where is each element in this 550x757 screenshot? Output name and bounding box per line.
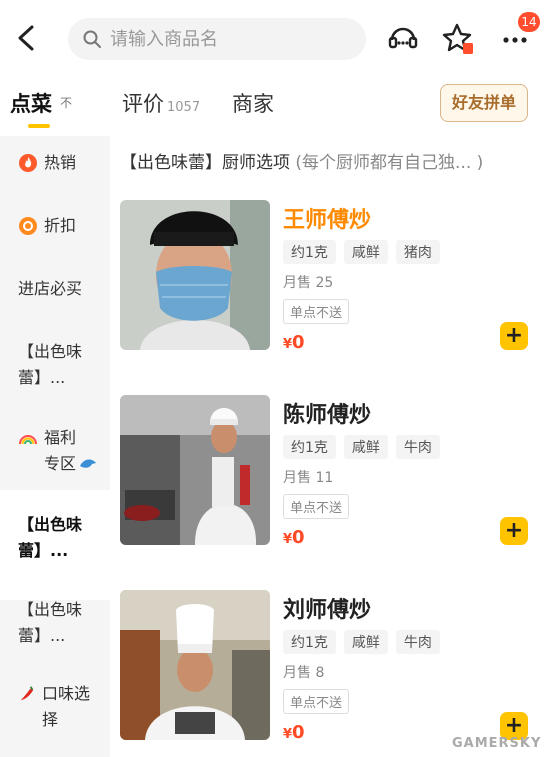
rainbow-icon [19, 435, 37, 445]
currency-symbol: ¥ [283, 532, 293, 547]
dish-tag: 约1克 [283, 435, 336, 459]
dish-card[interactable]: 陈师傅炒 约1克 咸鲜 牛肉 月售 11 单点不送 ¥0 + [120, 395, 540, 560]
tab-order[interactable]: 点菜不 [10, 88, 72, 118]
add-to-cart-button[interactable]: + [500, 322, 528, 350]
notification-badge: 14 [518, 12, 540, 32]
dish-name: 王师傅炒 [283, 208, 372, 233]
tab-review[interactable]: 评价 1057 [122, 88, 200, 118]
sidebar-item-taste-1[interactable]: 【出色味蕾】... [0, 339, 110, 391]
no-single-delivery-label: 单点不送 [283, 494, 350, 519]
dish-card[interactable]: 王师傅炒 约1克 咸鲜 猪肉 月售 25 单点不送 ¥0 + [120, 200, 540, 365]
price-value: 0 [292, 527, 305, 548]
tab-bar: 点菜不 评价 1057 商家 好友拼单 [0, 80, 550, 136]
dish-tags: 约1克 咸鲜 猪肉 [283, 240, 448, 264]
sidebar-item-label: 进店必买 [18, 279, 83, 298]
dish-tag: 约1克 [283, 630, 336, 654]
watermark: GAMERSKY [452, 736, 542, 751]
sidebar-item-label: 热销 [44, 153, 77, 172]
favorite-star-icon[interactable] [442, 22, 476, 56]
dish-tag: 牛肉 [395, 630, 440, 654]
search-input[interactable] [108, 27, 342, 51]
tab-merchant[interactable]: 商家 [232, 88, 274, 118]
add-to-cart-button[interactable]: + [500, 517, 528, 545]
sidebar-item-taste-3[interactable]: 【出色味蕾】... [0, 597, 110, 649]
dish-tag: 咸鲜 [343, 630, 388, 654]
dish-tags: 约1克 咸鲜 牛肉 [283, 435, 448, 459]
sidebar-item-flavor[interactable]: 口味选择 [0, 681, 110, 733]
monthly-sales: 月售 8 [283, 665, 325, 681]
search-bar[interactable] [68, 18, 366, 60]
top-bar: 14 [0, 0, 550, 80]
review-count: 1057 [167, 100, 201, 115]
currency-symbol: ¥ [283, 337, 293, 352]
sidebar-item-taste-2[interactable]: 【出色味蕾】... [0, 490, 110, 600]
price-value: 0 [292, 722, 305, 743]
dish-name: 陈师傅炒 [283, 403, 372, 428]
chef-in-kitchen-photo [120, 395, 270, 545]
tab-order-sub: 不 [60, 96, 73, 110]
sidebar-item-hot[interactable]: 热销 [0, 150, 110, 176]
dish-card[interactable]: 刘师傅炒 约1克 咸鲜 牛肉 月售 8 单点不送 ¥0 + [120, 590, 540, 755]
tab-merchant-label: 商家 [232, 92, 274, 116]
customer-service-icon[interactable] [386, 22, 420, 56]
dish-tag: 约1克 [283, 240, 336, 264]
sidebar-item-welfare[interactable]: 福利专区 [0, 425, 110, 477]
friend-group-order-button[interactable]: 好友拼单 [440, 84, 528, 122]
sidebar-item-label: 【出色味蕾】... [18, 600, 83, 645]
section-title-text: 【出色味蕾】厨师选项 [120, 153, 290, 173]
chili-pepper-icon [20, 686, 34, 701]
dish-tag: 咸鲜 [343, 240, 388, 264]
section-description: (每个厨师都有自己独... ) [295, 153, 484, 173]
tab-review-label: 评价 [122, 92, 164, 116]
hot-flame-icon [19, 154, 37, 172]
section-title: 【出色味蕾】厨师选项 (每个厨师都有自己独... ) [120, 148, 483, 173]
dolphin-icon [80, 459, 96, 468]
tab-order-label: 点菜 [10, 92, 52, 116]
sidebar-item-label: 折扣 [44, 216, 77, 235]
sidebar-item-label: 福利专区 [44, 428, 77, 473]
no-single-delivery-label: 单点不送 [283, 689, 350, 714]
sidebar-item-discount[interactable]: 折扣 [0, 213, 110, 239]
monthly-sales: 月售 25 [283, 275, 334, 291]
search-icon [83, 30, 101, 48]
price-value: 0 [292, 332, 305, 353]
monthly-sales: 月售 11 [283, 470, 334, 486]
dish-tags: 约1克 咸鲜 牛肉 [283, 630, 448, 654]
back-arrow-icon[interactable] [12, 22, 40, 54]
dish-name: 刘师傅炒 [283, 598, 372, 623]
sidebar-item-label: 【出色味蕾】... [18, 515, 83, 560]
dish-tag: 牛肉 [395, 435, 440, 459]
chef-with-mask-photo [120, 200, 270, 350]
active-tab-underline [28, 124, 50, 128]
chef-in-white-hat-photo [120, 590, 270, 740]
sidebar-item-label: 口味选择 [42, 684, 91, 729]
dish-tag: 猪肉 [395, 240, 440, 264]
category-sidebar: 热销 折扣 进店必买 【出色味蕾】... 福利专区 【出色味蕾】... 【出色味… [0, 136, 110, 757]
discount-icon [19, 217, 37, 235]
sidebar-item-label: 【出色味蕾】... [18, 342, 83, 387]
no-single-delivery-label: 单点不送 [283, 299, 350, 324]
dish-price: ¥0 [283, 527, 305, 548]
currency-symbol: ¥ [283, 727, 293, 742]
dish-price: ¥0 [283, 722, 305, 743]
dish-tag: 咸鲜 [343, 435, 388, 459]
dish-price: ¥0 [283, 332, 305, 353]
sidebar-item-must-buy[interactable]: 进店必买 [0, 276, 110, 302]
